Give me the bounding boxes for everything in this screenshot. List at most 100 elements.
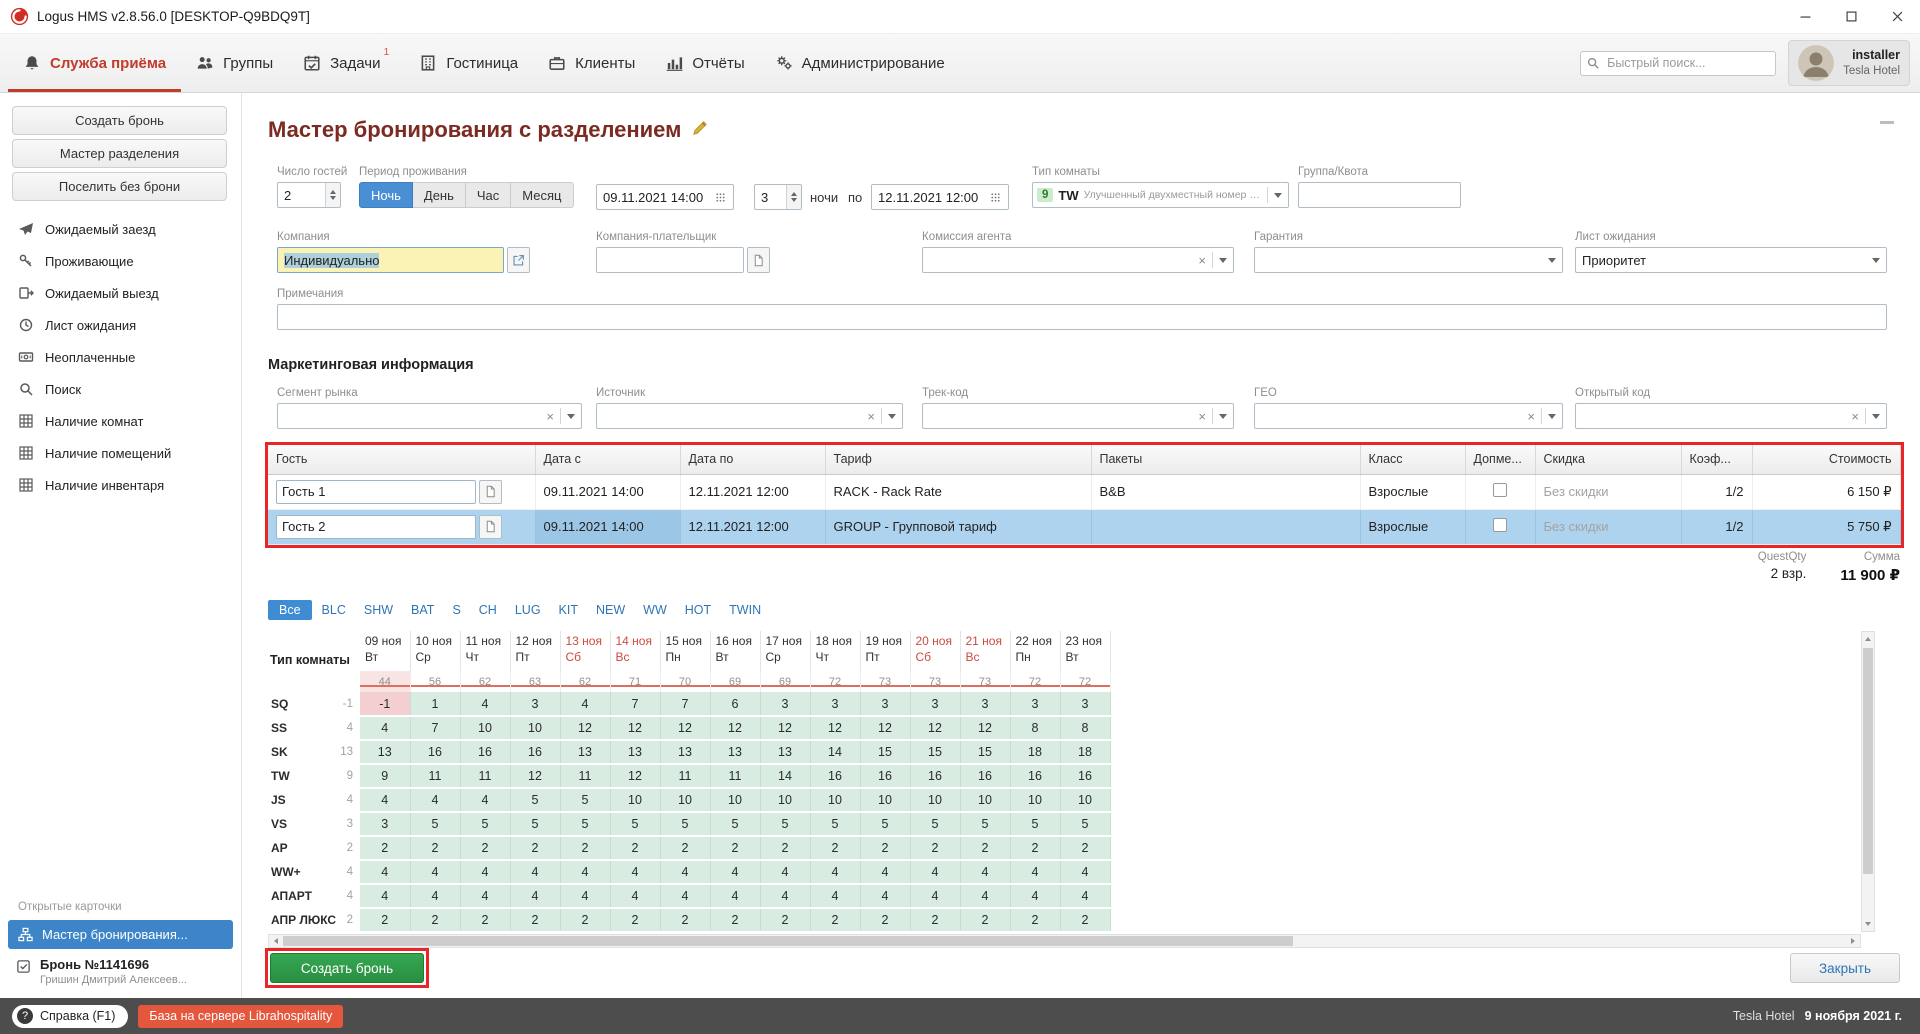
- availability-cell[interactable]: 5: [710, 812, 760, 836]
- availability-cell[interactable]: 4: [810, 860, 860, 884]
- availability-cell[interactable]: 12: [910, 716, 960, 740]
- availability-cell[interactable]: 4: [610, 860, 660, 884]
- availability-cell[interactable]: 12: [710, 716, 760, 740]
- availability-cell[interactable]: 2: [1010, 908, 1060, 932]
- sidebar-item-waitlist[interactable]: Лист ожидания: [0, 309, 241, 341]
- availability-cell[interactable]: 13: [660, 740, 710, 764]
- availability-cell[interactable]: 10: [810, 788, 860, 812]
- marketing-geo-combo[interactable]: ×: [1254, 403, 1563, 429]
- sidebar-item-space-availability[interactable]: Наличие помещений: [0, 437, 241, 469]
- room-filter-tab-KIT[interactable]: KIT: [551, 600, 586, 620]
- availability-cell[interactable]: 10: [460, 716, 510, 740]
- waitlist-combo[interactable]: Приоритет: [1575, 247, 1887, 273]
- guest-card-icon[interactable]: [479, 480, 502, 504]
- availability-cell[interactable]: 5: [460, 812, 510, 836]
- create-booking-button[interactable]: Создать бронь: [270, 953, 424, 983]
- availability-cell[interactable]: 2: [960, 908, 1010, 932]
- availability-cell[interactable]: 4: [410, 884, 460, 908]
- sidebar-item-expected-departure[interactable]: Ожидаемый выезд: [0, 277, 241, 309]
- availability-cell[interactable]: 4: [910, 860, 960, 884]
- availability-cell[interactable]: 5: [1060, 812, 1110, 836]
- period-option-Месяц[interactable]: Месяц: [511, 182, 573, 208]
- availability-cell[interactable]: 5: [510, 812, 560, 836]
- availability-cell[interactable]: 4: [1060, 884, 1110, 908]
- availability-cell[interactable]: 12: [610, 764, 660, 788]
- availability-cell[interactable]: 10: [710, 788, 760, 812]
- availability-cell[interactable]: 4: [860, 860, 910, 884]
- sidebar-button-create-booking[interactable]: Создать бронь: [12, 106, 227, 135]
- room-filter-tab-BAT[interactable]: BAT: [403, 600, 442, 620]
- guest-row-2[interactable]: 09.11.2021 14:0012.11.2021 12:00GROUP - …: [268, 509, 1900, 544]
- availability-cell[interactable]: 5: [610, 812, 660, 836]
- availability-cell[interactable]: 18: [1010, 740, 1060, 764]
- sidebar-button-split-wizard[interactable]: Мастер разделения: [12, 139, 227, 168]
- availability-cell[interactable]: 2: [760, 836, 810, 860]
- availability-cell[interactable]: 3: [510, 692, 560, 716]
- availability-cell[interactable]: 12: [560, 716, 610, 740]
- availability-cell[interactable]: 2: [360, 908, 410, 932]
- maximize-button[interactable]: [1828, 0, 1874, 33]
- availability-cell[interactable]: 4: [360, 860, 410, 884]
- clear-icon[interactable]: ×: [1192, 409, 1208, 424]
- availability-cell[interactable]: 18: [1060, 740, 1110, 764]
- availability-cell[interactable]: 7: [410, 716, 460, 740]
- availability-cell[interactable]: 4: [360, 788, 410, 812]
- availability-cell[interactable]: 4: [910, 884, 960, 908]
- availability-cell[interactable]: 13: [560, 740, 610, 764]
- availability-cell[interactable]: 4: [810, 884, 860, 908]
- availability-cell[interactable]: 2: [560, 908, 610, 932]
- availability-cell[interactable]: 9: [360, 764, 410, 788]
- availability-cell[interactable]: 2: [660, 836, 710, 860]
- guest-row-1[interactable]: 09.11.2021 14:0012.11.2021 12:00RACK - R…: [268, 474, 1900, 509]
- chevron-down-icon[interactable]: [567, 414, 575, 419]
- sidebar-item-inventory-availability[interactable]: Наличие инвентаря: [0, 469, 241, 501]
- marketing-segment-combo[interactable]: ×: [277, 403, 582, 429]
- agent-fee-combo[interactable]: ×: [922, 247, 1234, 273]
- help-button[interactable]: ? Справка (F1): [12, 1005, 128, 1028]
- availability-cell[interactable]: 4: [660, 884, 710, 908]
- availability-cell[interactable]: 11: [560, 764, 610, 788]
- tab-reception[interactable]: Служба приёма: [8, 34, 181, 92]
- availability-cell[interactable]: -1: [360, 692, 410, 716]
- availability-cell[interactable]: 16: [510, 740, 560, 764]
- availability-cell[interactable]: 2: [460, 836, 510, 860]
- chevron-down-icon[interactable]: [1872, 258, 1880, 263]
- availability-cell[interactable]: 3: [960, 692, 1010, 716]
- availability-cell[interactable]: 2: [1010, 836, 1060, 860]
- availability-cell[interactable]: 4: [410, 788, 460, 812]
- clear-icon[interactable]: ×: [861, 409, 877, 424]
- payer-company-input[interactable]: [596, 247, 744, 273]
- availability-cell[interactable]: 11: [460, 764, 510, 788]
- guarantee-combo[interactable]: [1254, 247, 1563, 273]
- period-option-День[interactable]: День: [413, 182, 466, 208]
- availability-cell[interactable]: 2: [610, 908, 660, 932]
- company-input[interactable]: Индивидуально: [277, 247, 504, 273]
- calendar-picker-icon[interactable]: [987, 191, 1008, 204]
- availability-cell[interactable]: 12: [960, 716, 1010, 740]
- collapse-panel-icon[interactable]: [1880, 121, 1894, 124]
- sidebar-item-inhouse[interactable]: Проживающие: [0, 245, 241, 277]
- user-menu[interactable]: installer Tesla Hotel: [1788, 40, 1910, 86]
- guest-name-input[interactable]: [276, 515, 476, 539]
- room-filter-tab-WW[interactable]: WW: [635, 600, 675, 620]
- availability-cell[interactable]: 16: [1060, 764, 1110, 788]
- availability-cell[interactable]: 8: [1010, 716, 1060, 740]
- availability-cell[interactable]: 5: [560, 812, 610, 836]
- room-filter-tab-TWIN[interactable]: TWIN: [721, 600, 769, 620]
- availability-cell[interactable]: 2: [360, 836, 410, 860]
- availability-cell[interactable]: 5: [1010, 812, 1060, 836]
- availability-cell[interactable]: 2: [410, 908, 460, 932]
- availability-cell[interactable]: 12: [660, 716, 710, 740]
- availability-cell[interactable]: 5: [810, 812, 860, 836]
- payer-doc-icon[interactable]: [747, 247, 770, 273]
- chevron-down-icon[interactable]: [1872, 414, 1880, 419]
- clear-icon[interactable]: ×: [1845, 409, 1861, 424]
- chevron-down-icon[interactable]: [1548, 414, 1556, 419]
- chevron-down-icon[interactable]: [1219, 258, 1227, 263]
- availability-cell[interactable]: 4: [410, 860, 460, 884]
- open-card-booking-wizard[interactable]: Мастер бронирования...: [8, 920, 233, 949]
- availability-cell[interactable]: 4: [460, 692, 510, 716]
- availability-cell[interactable]: 4: [560, 860, 610, 884]
- availability-cell[interactable]: 16: [1010, 764, 1060, 788]
- clear-icon[interactable]: ×: [540, 409, 556, 424]
